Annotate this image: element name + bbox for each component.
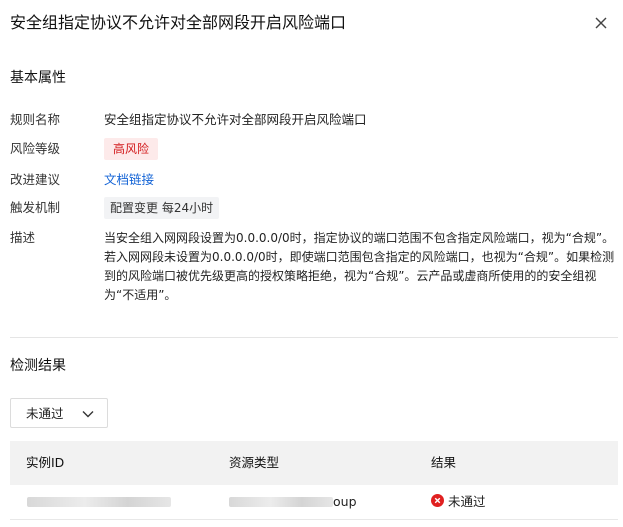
rule-detail-panel: 安全组指定协议不允许对全部网段开启风险端口 基本属性 规则名称 安全组指定协议不… — [0, 0, 623, 527]
column-header-resource-type: 资源类型 — [229, 455, 280, 470]
rule-name-value: 安全组指定协议不允许对全部网段开启风险端口 — [104, 112, 367, 127]
rule-name-label: 规则名称 — [10, 112, 61, 127]
resource-type-suffix: oup — [333, 494, 357, 509]
close-button[interactable] — [592, 14, 610, 32]
detection-results-title: 检测结果 — [10, 358, 66, 374]
results-table-header: 实例ID 资源类型 结果 — [10, 441, 618, 485]
description-label: 描述 — [10, 230, 36, 245]
risk-level-label: 风险等级 — [10, 141, 61, 156]
result-filter-value: 未通过 — [26, 406, 64, 421]
chevron-down-icon — [82, 411, 94, 418]
redacted-resource-type — [229, 497, 333, 507]
result-status-text: 未通过 — [448, 494, 486, 509]
column-header-instance-id: 实例ID — [26, 455, 65, 470]
redacted-instance-id — [27, 497, 171, 507]
basic-properties-title: 基本属性 — [10, 70, 66, 86]
trigger-label: 触发机制 — [10, 200, 61, 215]
trigger-chip: 配置变更 每24小时 — [104, 197, 220, 219]
column-header-result: 结果 — [431, 455, 457, 470]
section-divider — [10, 337, 618, 338]
description-text: 当安全组入网网段设置为0.0.0.0/0时，指定协议的端口范围不包含指定风险端口… — [104, 231, 615, 302]
dialog-title: 安全组指定协议不允许对全部网段开启风险端口 — [10, 13, 347, 32]
error-circle-icon — [431, 494, 444, 507]
risk-level-badge: 高风险 — [104, 138, 159, 160]
result-filter-select[interactable]: 未通过 — [10, 398, 108, 428]
doc-link[interactable]: 文档链接 — [104, 172, 154, 187]
table-row[interactable]: oup 未通过 — [10, 485, 618, 520]
close-icon[interactable] — [592, 14, 610, 32]
suggestion-label: 改进建议 — [10, 172, 61, 187]
suggestion-value: 文档链接 — [104, 170, 154, 190]
